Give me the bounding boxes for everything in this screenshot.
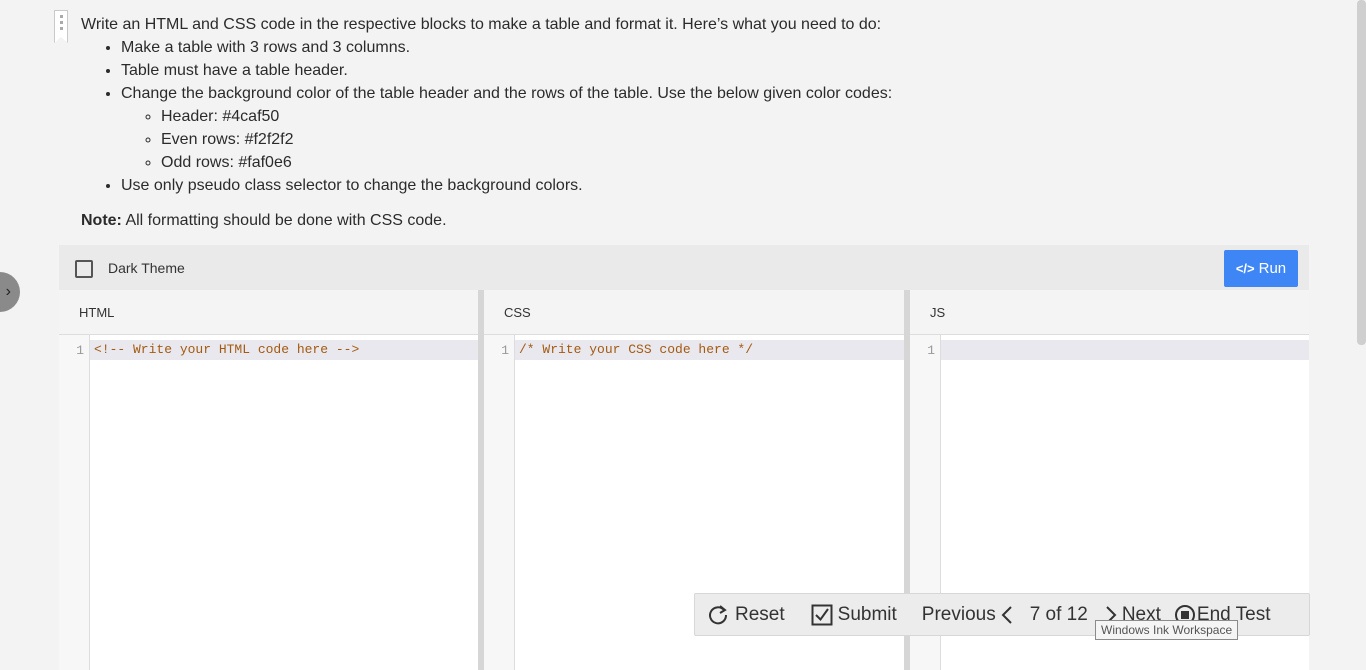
line-number: 1 xyxy=(501,343,509,358)
line-gutter: 1 xyxy=(484,335,515,670)
list-item: Header: #4caf50 xyxy=(161,105,892,128)
question-text: Write an HTML and CSS code in the respec… xyxy=(81,13,892,197)
page-scrollbar[interactable] xyxy=(1357,0,1366,345)
list-item: Change the background color of the table… xyxy=(121,82,892,174)
reset-button[interactable]: Reset xyxy=(707,604,785,626)
dark-theme-label: Dark Theme xyxy=(108,260,185,276)
reset-label: Reset xyxy=(735,603,785,625)
run-label: Run xyxy=(1258,260,1287,277)
list-item: Use only pseudo class selector to change… xyxy=(121,174,892,197)
side-panel-toggle[interactable]: › xyxy=(0,272,20,312)
page-indicator: 7 of 12 xyxy=(1029,603,1088,625)
html-pane-title: HTML xyxy=(59,290,478,335)
previous-label: Previous xyxy=(921,603,996,625)
chevron-right-icon: › xyxy=(5,283,11,300)
line-gutter: 1 xyxy=(59,335,90,670)
list-item: Even rows: #f2f2f2 xyxy=(161,128,892,151)
submit-label: Submit xyxy=(837,603,897,625)
html-code-area[interactable]: 1 <!-- Write your HTML code here --> xyxy=(59,335,478,670)
line-number: 1 xyxy=(76,343,84,358)
line-number: 1 xyxy=(927,343,935,358)
code-line[interactable]: /* Write your CSS code here */ xyxy=(515,340,904,360)
run-button[interactable]: </> Run xyxy=(1224,250,1298,287)
code-line[interactable]: <!-- Write your HTML code here --> xyxy=(90,340,478,360)
list-item: Make a table with 3 rows and 3 columns. xyxy=(121,36,892,59)
dark-theme-checkbox[interactable] xyxy=(75,260,93,278)
note-text: Note: All formatting should be done with… xyxy=(81,212,447,230)
editor-toolbar: Dark Theme </> Run xyxy=(59,245,1309,290)
question-intro: Write an HTML and CSS code in the respec… xyxy=(81,16,882,33)
requirements-list: Make a table with 3 rows and 3 columns. … xyxy=(81,36,892,197)
tooltip: Windows Ink Workspace xyxy=(1095,620,1239,640)
reset-icon xyxy=(709,604,728,624)
css-pane-title: CSS xyxy=(484,290,904,335)
checkbox-checked-icon xyxy=(811,604,833,625)
submit-button[interactable]: Submit xyxy=(811,604,897,626)
bookmark-icon[interactable] xyxy=(54,10,68,43)
note-body: All formatting should be done with CSS c… xyxy=(121,212,447,229)
code-icon: </> xyxy=(1235,261,1255,276)
js-pane-title: JS xyxy=(910,290,1309,335)
note-label: Note: xyxy=(81,212,122,229)
list-item: Table must have a table header. xyxy=(121,59,892,82)
color-codes-list: Header: #4caf50 Even rows: #f2f2f2 Odd r… xyxy=(121,105,892,174)
code-line[interactable] xyxy=(941,340,1309,360)
html-pane: HTML 1 <!-- Write your HTML code here --… xyxy=(59,290,478,670)
list-item: Odd rows: #faf0e6 xyxy=(161,151,892,174)
previous-button[interactable]: Previous xyxy=(922,604,1014,626)
chevron-left-icon xyxy=(1001,605,1012,624)
